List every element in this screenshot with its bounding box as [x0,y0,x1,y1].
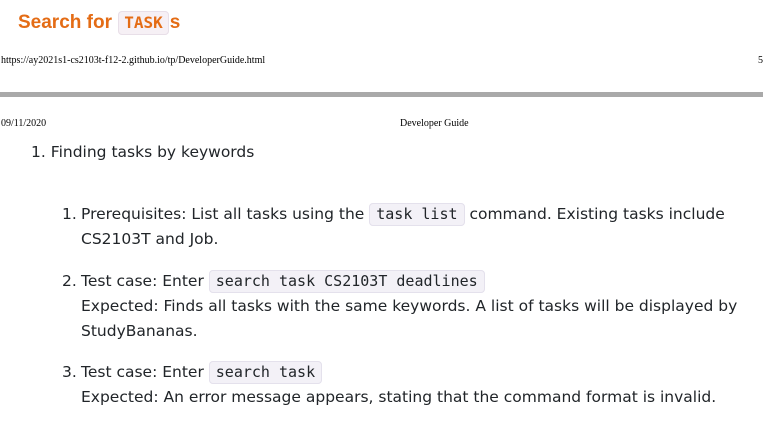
document-title: Developer Guide [400,118,469,129]
step-text: Test case: Enter [81,363,209,381]
step-item-1: 1. Prerequisites: List all tasks using t… [62,202,752,252]
heading-suffix: s [169,12,181,33]
section-heading: Search for TASK s [18,9,180,37]
step-text: command. Existing tasks include [464,205,725,223]
step-text: Test case: Enter [81,272,209,290]
inline-code: search task [208,361,323,384]
print-date: 09/11/2020 [1,118,47,129]
inline-code: search task CS2103T deadlines [208,270,485,293]
heading-prefix: Search for [18,12,118,33]
page-url: https://ay2021s1-cs2103t-f12-2.github.io… [1,55,266,66]
expected-text: Expected: Finds all tasks with the same … [81,297,738,315]
inline-code: task list [369,203,465,226]
heading-code: TASK [118,11,169,35]
step-item-2: 2. Test case: Enter search task CS2103T … [62,269,752,344]
outer-item-number: 1. [31,143,46,161]
outer-list-item: 1. Finding tasks by keywords [31,141,254,163]
step-text: CS2103T and Job. [81,230,219,248]
step-text: Prerequisites: List all tasks using the [81,205,370,223]
step-number: 3. [62,363,77,381]
print-footer: https://ay2021s1-cs2103t-f12-2.github.io… [0,55,763,69]
print-header: 09/11/2020 Developer Guide [0,118,763,132]
outer-item-title: Finding tasks by keywords [50,143,255,161]
step-item-3: 3. Test case: Enter search task Expected… [62,360,752,410]
expected-text: Expected: An error message appears, stat… [81,388,717,406]
page-number: 5 [758,55,763,66]
expected-text: StudyBananas. [81,322,198,340]
step-number: 2. [62,272,77,290]
step-number: 1. [62,205,77,223]
